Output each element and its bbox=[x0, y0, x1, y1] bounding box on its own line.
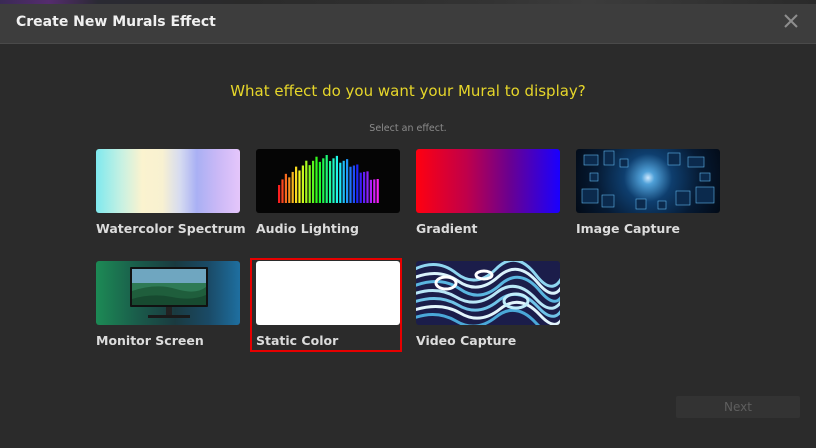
video-capture-thumbnail bbox=[416, 261, 560, 325]
gradient-thumbnail bbox=[416, 149, 560, 213]
effect-label: Gradient bbox=[416, 221, 478, 236]
dialog-title: Create New Murals Effect bbox=[16, 14, 216, 30]
effect-label: Audio Lighting bbox=[256, 221, 359, 236]
effect-tile-watercolor-spectrum[interactable]: Watercolor Spectrum bbox=[96, 149, 246, 239]
effect-tile-video-capture[interactable]: Video Capture bbox=[416, 261, 562, 351]
effect-tile-image-capture[interactable]: Image Capture bbox=[576, 149, 722, 239]
effect-question: What effect do you want your Mural to di… bbox=[230, 82, 586, 100]
dialog-title-bar: Create New Murals Effect bbox=[0, 4, 816, 44]
audio-lighting-thumbnail bbox=[256, 149, 400, 213]
effect-label: Image Capture bbox=[576, 221, 680, 236]
effect-label: Video Capture bbox=[416, 333, 517, 348]
effect-tile-gradient[interactable]: Gradient bbox=[416, 149, 562, 239]
selection-highlight bbox=[250, 258, 402, 352]
image-capture-thumbnail bbox=[576, 149, 720, 213]
watercolor-spectrum-thumbnail bbox=[96, 149, 240, 213]
effect-tile-monitor-screen[interactable]: Monitor Screen bbox=[96, 261, 242, 351]
close-icon[interactable] bbox=[782, 12, 800, 30]
effect-label: Monitor Screen bbox=[96, 333, 204, 348]
monitor-screen-thumbnail bbox=[96, 261, 240, 325]
effect-tile-audio-lighting[interactable]: Audio Lighting bbox=[256, 149, 402, 239]
effect-label: Watercolor Spectrum bbox=[96, 221, 246, 236]
next-button[interactable]: Next bbox=[676, 396, 800, 418]
select-hint: Select an effect. bbox=[369, 123, 447, 134]
